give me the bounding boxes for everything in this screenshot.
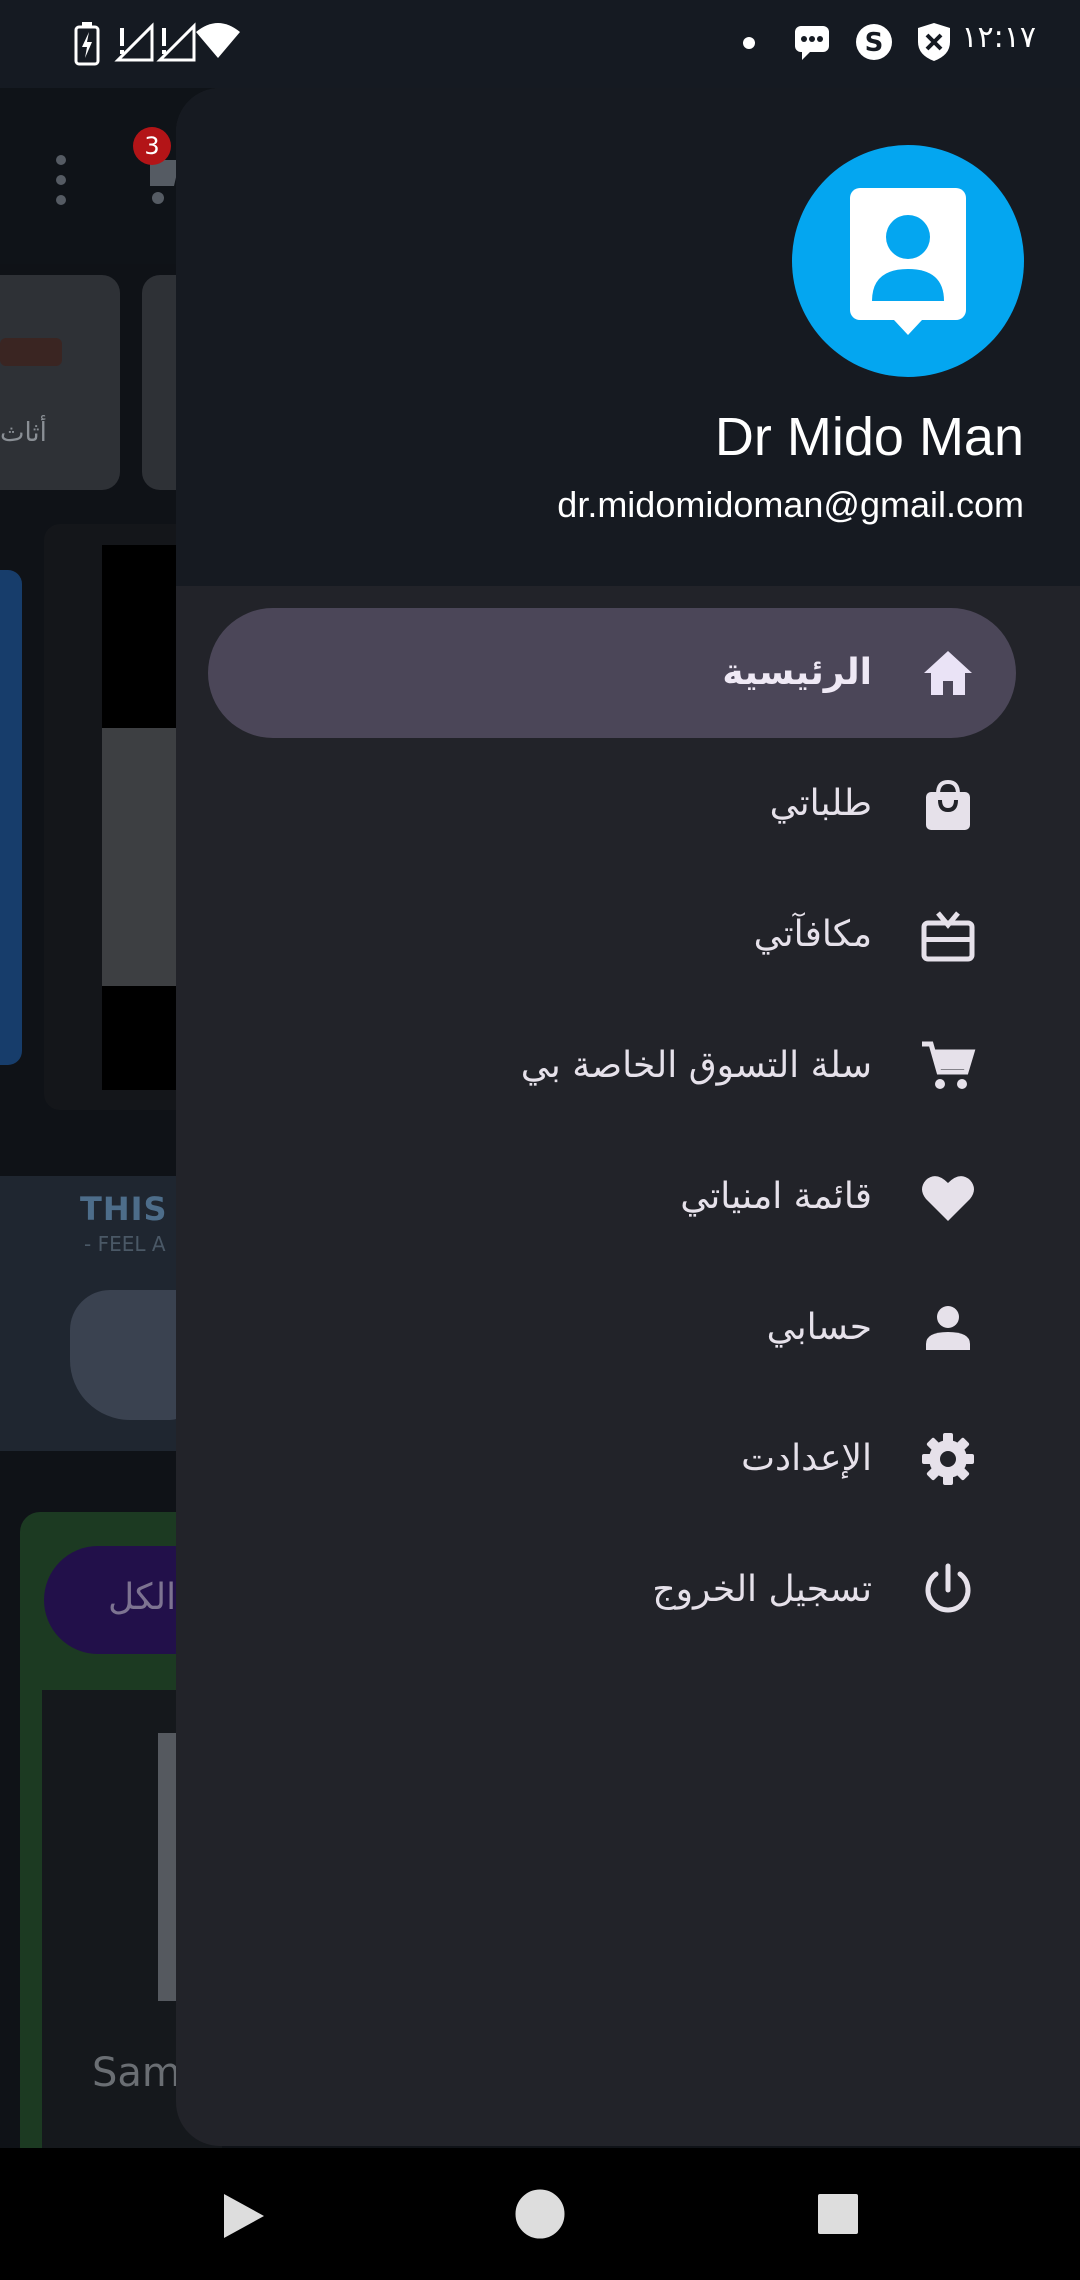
cart-icon [922,1041,976,1089]
shield-x-icon [918,23,950,61]
menu-item-account[interactable]: حسابي [208,1263,1016,1393]
avatar[interactable] [792,145,1024,377]
menu-item-cart[interactable]: سلة التسوق الخاصة بي [208,1001,1016,1131]
s-app-icon: S [856,24,892,60]
messages-icon [795,26,829,60]
menu-item-label: قائمة امنياتي [680,1176,872,1217]
cart-badge: 3 [133,127,171,165]
menu-item-wishlist[interactable]: قائمة امنياتي [208,1132,1016,1262]
promo-subtitle: - FEEL A [84,1232,166,1256]
status-bar: S ١٢:١٧ [0,0,1080,88]
home-icon [924,651,972,695]
gear-icon [922,1433,974,1485]
contact-card-icon [850,188,966,335]
heart-icon [922,1176,974,1221]
product-name: Sam [92,2050,181,2096]
back-icon[interactable] [222,2192,266,2240]
drawer-header: Dr Mido Man dr.midomidoman@gmail.com [176,88,1080,586]
category-card[interactable] [0,275,120,490]
navigation-drawer: Dr Mido Man dr.midomidoman@gmail.com الر… [176,88,1080,2146]
status-clock: ١٢:١٧ [961,20,1036,55]
rewards-icon [921,911,975,962]
user-email: dr.midomidoman@gmail.com [557,484,1024,525]
battery-charging-icon [74,22,100,66]
menu-item-label: الإعدادت [741,1438,872,1479]
dot-icon [743,37,755,49]
menu-item-home[interactable]: الرئيسية [208,608,1016,738]
menu-item-label: سلة التسوق الخاصة بي [520,1045,872,1086]
product-card[interactable] [0,570,22,1065]
wifi-icon [196,23,240,58]
shopping-bag-icon [926,779,970,830]
overflow-dot [56,175,66,185]
power-icon [925,1563,971,1613]
view-all-label: الكل [108,1577,177,1618]
recents-icon[interactable] [816,2192,860,2236]
menu-item-label: الرئيسية [722,652,872,693]
overflow-menu-icon[interactable] [56,155,66,165]
menu-item-orders[interactable]: طلباتي [208,739,1016,869]
menu-item-label: حسابي [766,1307,872,1348]
menu-item-label: طلباتي [769,783,872,824]
svg-text:S: S [865,28,884,58]
menu-item-logout[interactable]: تسجيل الخروج [208,1525,1016,1655]
home-circle-icon[interactable] [514,2188,566,2240]
menu-item-label: مكافآتي [753,914,872,955]
signal-no-data-icon [114,22,154,62]
user-name: Dr Mido Man [714,407,1024,467]
sofa-image [0,338,62,366]
person-icon [926,1306,970,1350]
menu-item-label: تسجيل الخروج [652,1569,872,1610]
menu-item-settings[interactable]: الإعدادت [208,1394,1016,1524]
signal-no-data-icon [156,22,196,62]
shoe-image [70,1290,190,1420]
category-label: أثاث [0,418,47,448]
system-navigation-bar [0,2148,1080,2280]
overflow-dot [56,195,66,205]
menu-item-rewards[interactable]: مكافآتي [208,870,1016,1000]
